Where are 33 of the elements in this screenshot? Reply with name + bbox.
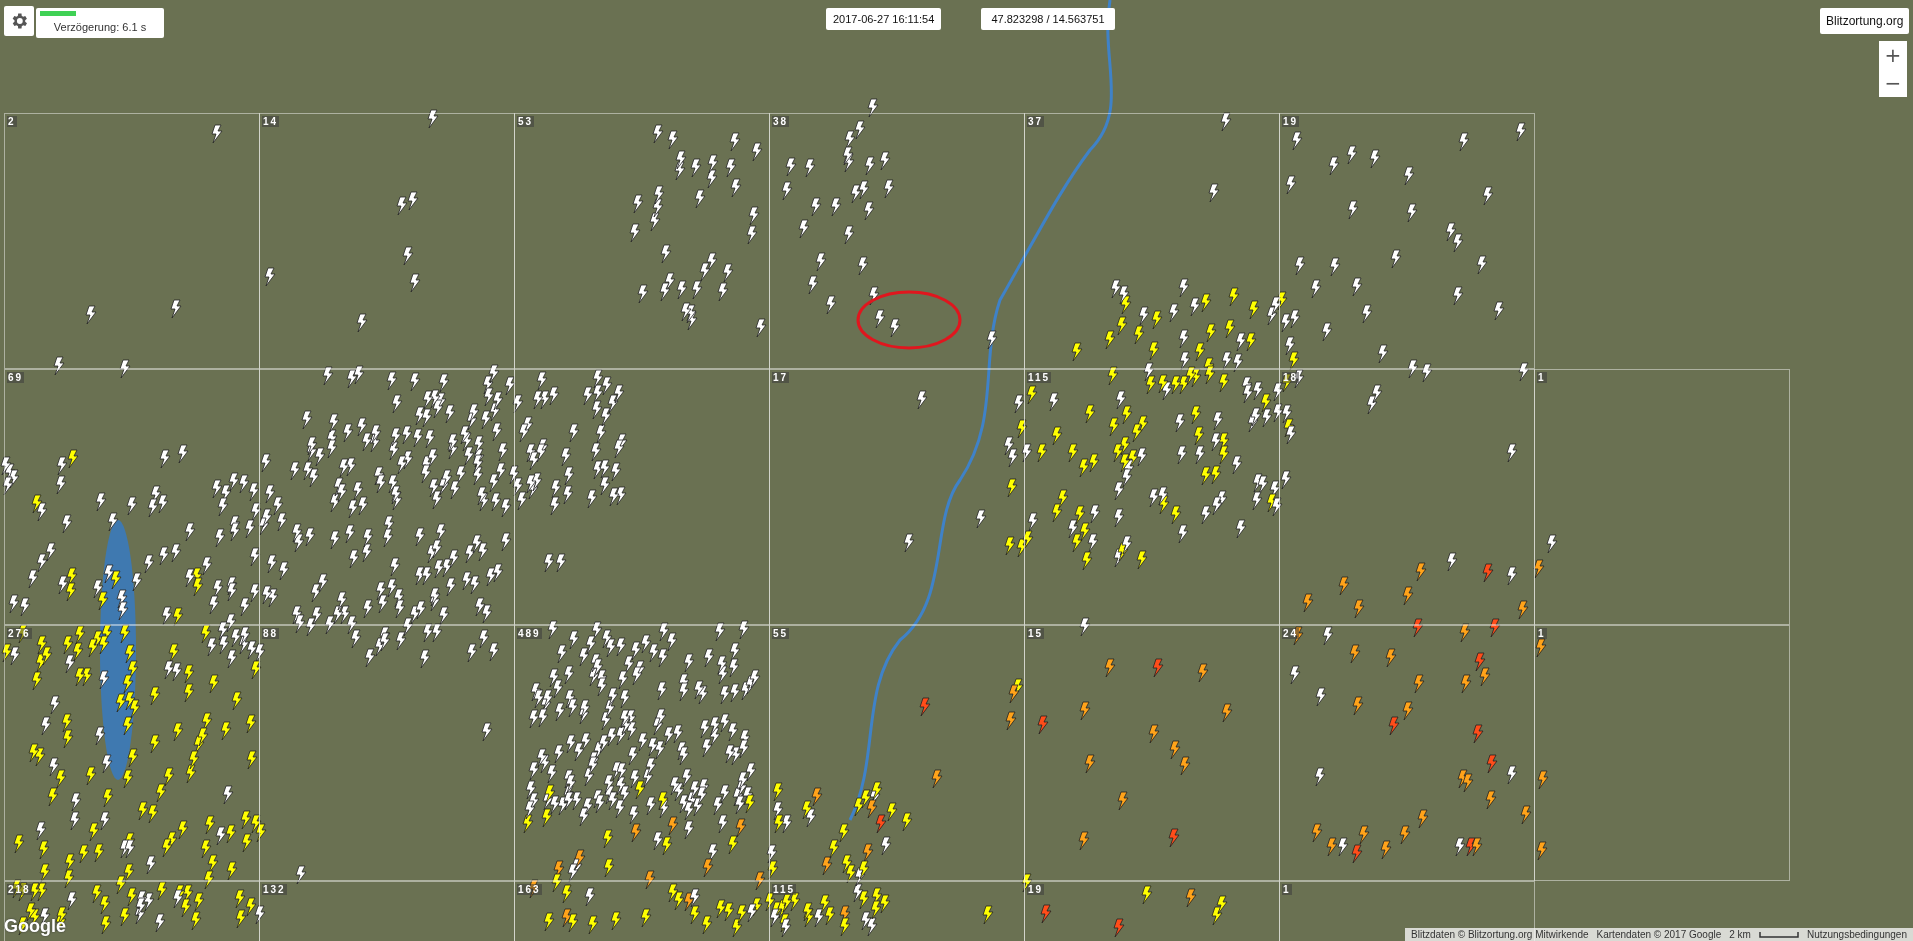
attribution-text: Kartendaten © 2017 Google <box>1596 929 1722 940</box>
strike-count: 37 <box>1027 116 1045 127</box>
terms-link[interactable]: Nutzungsbedingungen <box>1806 929 1907 940</box>
timestamp: 2017-06-27 16:11:54 <box>826 8 942 30</box>
scale-label: 2 km <box>1729 929 1751 940</box>
strike-count: 1 <box>1537 372 1547 383</box>
strike-count: 38 <box>772 116 790 127</box>
strike-count: 19 <box>1027 884 1045 895</box>
delay-label: Verzögerung: 6.1 s <box>52 21 148 33</box>
strike-count: 17 <box>772 372 790 383</box>
strike-count: 163 <box>517 884 542 895</box>
strike-count: 53 <box>517 116 535 127</box>
strike-count: 69 <box>7 372 25 383</box>
strike-count: 18 <box>1282 372 1300 383</box>
strike-count: 1 <box>1282 884 1292 895</box>
strike-count: 115 <box>772 884 797 895</box>
brand-link[interactable]: Blitzortung.org <box>1820 8 1910 34</box>
strike-count: 132 <box>262 884 287 895</box>
strike-count: 489 <box>517 628 542 639</box>
strike-count: 1 <box>1537 628 1547 639</box>
strike-count: 88 <box>262 628 280 639</box>
strike-count: 24 <box>1282 628 1300 639</box>
map-logo: Google <box>4 916 66 937</box>
strike-count: 218 <box>7 884 32 895</box>
attribution-text: Blitzdaten © Blitzortung.org Mitwirkende <box>1411 929 1589 940</box>
strike-count: 276 <box>7 628 32 639</box>
strike-count: 15 <box>1027 628 1045 639</box>
strike-count: 19 <box>1282 116 1300 127</box>
strike-count: 55 <box>772 628 790 639</box>
strike-count: 2 <box>7 116 17 127</box>
strike-count: 115 <box>1027 372 1052 383</box>
strike-count: 14 <box>262 116 280 127</box>
coordinates: 47.823298 / 14.563751 <box>981 8 1115 30</box>
